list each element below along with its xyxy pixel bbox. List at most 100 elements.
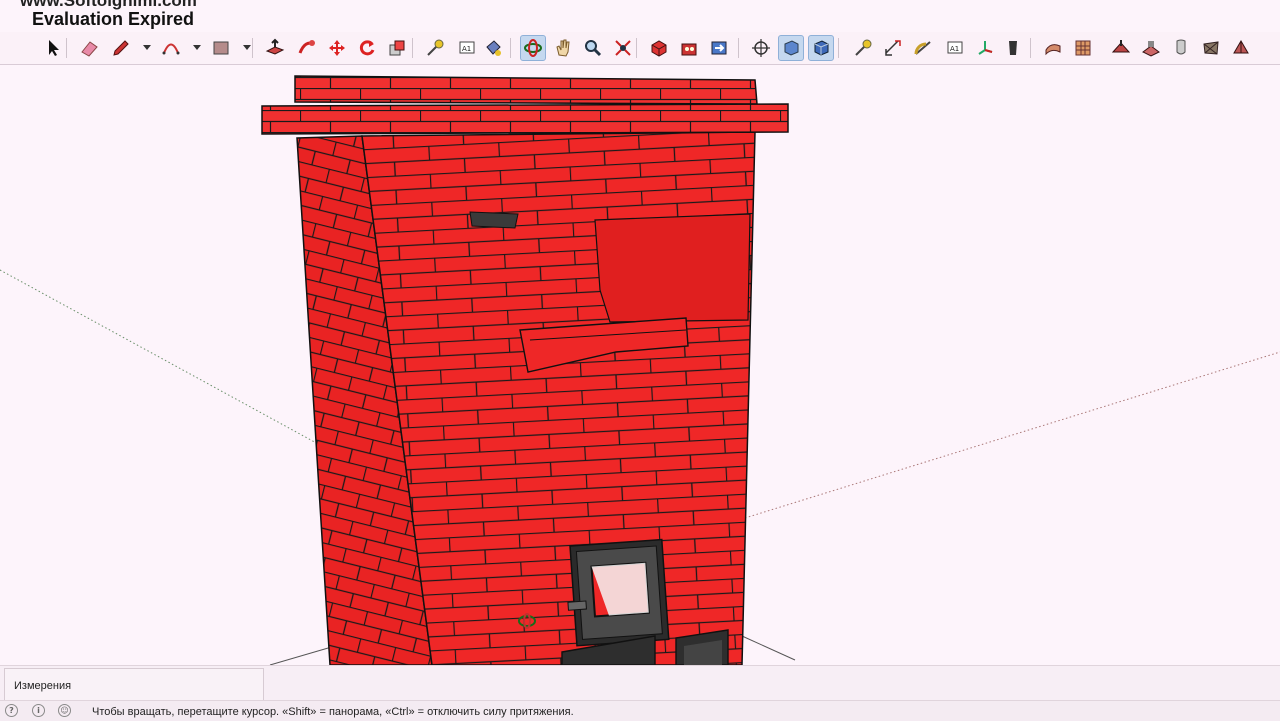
credits-icon[interactable]: i bbox=[32, 704, 45, 717]
text-icon: A1 bbox=[459, 41, 475, 54]
text-2-tool-button[interactable]: A1 bbox=[942, 35, 968, 61]
3d-viewport[interactable] bbox=[0, 65, 1280, 665]
smoove-tool-button[interactable] bbox=[1108, 35, 1134, 61]
tape-measure-tool-button[interactable] bbox=[422, 35, 448, 61]
arc-icon bbox=[162, 43, 180, 55]
stamp-tool-button[interactable] bbox=[1138, 35, 1164, 61]
arrow-cursor-icon bbox=[49, 40, 59, 56]
move-icon bbox=[329, 40, 345, 56]
components-tool-button[interactable] bbox=[646, 35, 672, 61]
pencil-icon bbox=[113, 40, 129, 56]
zoom-extents-tool-button[interactable] bbox=[610, 35, 636, 61]
measurements-box[interactable]: Измерения bbox=[4, 668, 264, 702]
warehouse-tool-button[interactable] bbox=[676, 35, 702, 61]
stove-cap-ledge bbox=[261, 103, 789, 135]
protractor-icon bbox=[914, 41, 931, 55]
measurements-bar: Измерения bbox=[0, 665, 1280, 702]
smoove-icon bbox=[1111, 40, 1131, 53]
dropdown-arrow-icon[interactable] bbox=[193, 45, 201, 50]
xray-tool-button[interactable] bbox=[778, 35, 804, 61]
send-to-tool-button[interactable] bbox=[706, 35, 732, 61]
stove-front-face bbox=[361, 131, 756, 665]
drape-icon bbox=[1176, 39, 1186, 55]
select-tool-button[interactable] bbox=[40, 35, 66, 61]
scale-icon bbox=[389, 40, 405, 56]
fire-door bbox=[567, 538, 670, 647]
axes-tool-button[interactable] bbox=[972, 35, 998, 61]
rotate-tool-button[interactable] bbox=[354, 35, 380, 61]
rotate-icon bbox=[359, 40, 375, 56]
stove-cap-top bbox=[294, 75, 758, 105]
measurements-label: Измерения bbox=[14, 680, 72, 692]
drape-tool-button[interactable] bbox=[1168, 35, 1194, 61]
warehouse-icon bbox=[681, 43, 697, 56]
paint-bucket-icon bbox=[486, 40, 501, 56]
dropdown-arrow-icon[interactable] bbox=[243, 45, 251, 50]
sandbox-scratch-tool-button[interactable] bbox=[1070, 35, 1096, 61]
axis-line-red-dotted bbox=[744, 351, 1280, 519]
pan-tool-button[interactable] bbox=[550, 35, 576, 61]
watermark-evaluation-expired: Evaluation Expired bbox=[32, 9, 195, 29]
pencil-tool-button[interactable] bbox=[108, 35, 134, 61]
sandbox-contours-tool-button[interactable] bbox=[1040, 35, 1066, 61]
sandbox-grid-icon bbox=[1075, 40, 1091, 56]
eraser-tool-button[interactable] bbox=[76, 35, 102, 61]
back-edges-cube-icon bbox=[814, 40, 829, 56]
shape-tool-button[interactable] bbox=[208, 35, 234, 61]
toolbar-separator bbox=[1030, 38, 1031, 58]
tape-measure-icon bbox=[427, 39, 444, 56]
push-pull-icon bbox=[265, 38, 285, 55]
geo-location-icon[interactable]: ? bbox=[5, 704, 18, 717]
add-detail-tool-button[interactable] bbox=[1198, 35, 1224, 61]
zoom-tool-button[interactable] bbox=[580, 35, 606, 61]
zoom-extents-icon bbox=[615, 40, 631, 56]
xray-cube-icon bbox=[784, 40, 799, 56]
user-icon[interactable]: ☺ bbox=[58, 704, 71, 717]
scale-tool-button[interactable] bbox=[384, 35, 410, 61]
magnifier-icon bbox=[585, 40, 602, 57]
add-detail-icon bbox=[1203, 41, 1219, 55]
dimension-tool-button[interactable] bbox=[880, 35, 906, 61]
title-area: www.Softolgnimi.com Evaluation Expired bbox=[0, 0, 1280, 32]
text-icon: A1 bbox=[947, 41, 963, 54]
flip-edge-tool-button[interactable] bbox=[1228, 35, 1254, 61]
tape-measure-icon bbox=[855, 39, 872, 56]
svg-text:A1: A1 bbox=[462, 45, 471, 53]
back-edges-tool-button[interactable] bbox=[808, 35, 834, 61]
main-toolbar: A1 A1 bbox=[0, 32, 1280, 65]
axes-icon bbox=[978, 41, 993, 55]
svg-text:A1: A1 bbox=[950, 45, 959, 53]
push-pull-tool-button[interactable] bbox=[262, 35, 288, 61]
position-camera-tool-button[interactable] bbox=[748, 35, 774, 61]
dimension-icon bbox=[885, 40, 901, 56]
toolbar-separator bbox=[510, 38, 511, 58]
dropdown-arrow-icon[interactable] bbox=[143, 45, 151, 50]
eraser-icon bbox=[81, 41, 98, 57]
3d-text-tool-button[interactable] bbox=[1000, 35, 1026, 61]
status-bar: ? i ☺ Чтобы вращать, перетащите курсор. … bbox=[0, 700, 1280, 721]
follow-me-tool-button[interactable] bbox=[294, 35, 320, 61]
rectangle-icon bbox=[213, 41, 229, 55]
toolbar-separator bbox=[66, 38, 67, 58]
orbit-icon bbox=[524, 39, 542, 57]
protractor-tool-button[interactable] bbox=[910, 35, 936, 61]
follow-me-icon bbox=[298, 40, 315, 54]
toolbar-separator bbox=[838, 38, 839, 58]
text-tool-button[interactable]: A1 bbox=[454, 35, 480, 61]
status-hint: Чтобы вращать, перетащите курсор. «Shift… bbox=[92, 706, 574, 718]
arc-tool-button[interactable] bbox=[158, 35, 184, 61]
hand-icon bbox=[556, 39, 570, 57]
orbit-tool-button[interactable] bbox=[520, 35, 546, 61]
axis-line-solid-left bbox=[269, 645, 336, 665]
move-tool-button[interactable] bbox=[324, 35, 350, 61]
toolbar-separator bbox=[412, 38, 413, 58]
tape-measure-2-tool-button[interactable] bbox=[850, 35, 876, 61]
crosshair-icon bbox=[752, 39, 770, 57]
axis-line-solid-right bbox=[741, 635, 796, 661]
toolbar-separator bbox=[252, 38, 253, 58]
paint-bucket-tool-button[interactable] bbox=[480, 35, 506, 61]
3d-text-icon bbox=[1009, 41, 1017, 55]
send-icon bbox=[711, 41, 727, 55]
stamp-icon bbox=[1142, 41, 1160, 57]
scene bbox=[0, 75, 1280, 665]
